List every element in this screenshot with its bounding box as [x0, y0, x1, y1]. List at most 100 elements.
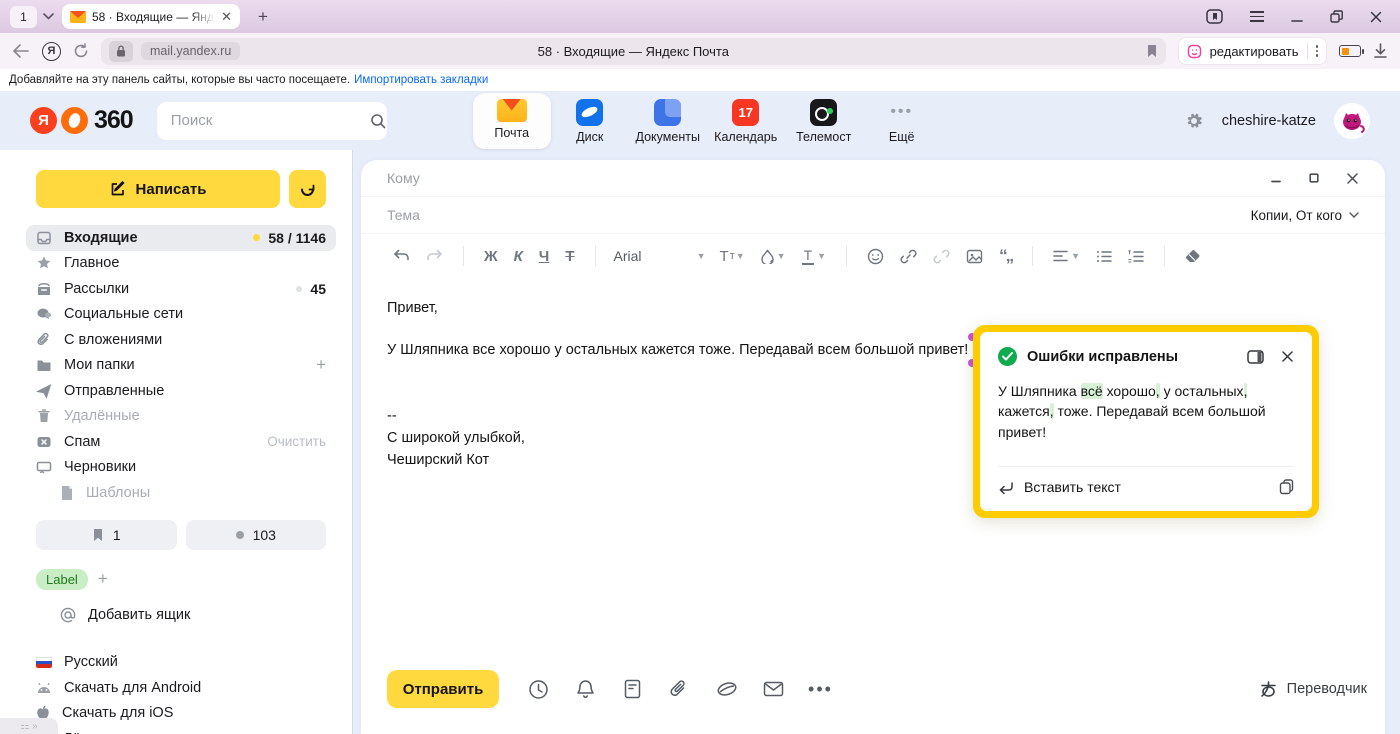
search-icon[interactable] [370, 113, 386, 129]
label-tag[interactable]: Label [36, 569, 88, 590]
add-label-icon[interactable]: + [98, 569, 108, 589]
compose-close-icon[interactable] [1346, 172, 1359, 185]
font-size-icon[interactable]: Tт▼ [712, 248, 753, 265]
language-selector[interactable]: Русский [36, 650, 326, 676]
light-version-link[interactable]: Лёгкая версия [36, 726, 326, 734]
search-input[interactable] [171, 112, 370, 129]
yandex360-logo[interactable]: Я 360 [30, 106, 133, 135]
tab-counter[interactable]: 1 [10, 6, 37, 28]
refresh-mail-button[interactable] [289, 170, 326, 208]
bullet-list-icon[interactable] [1088, 250, 1120, 263]
browser-tab[interactable]: 58 · Входящие — Янде ✕ [62, 4, 240, 29]
popup-close-icon[interactable] [1281, 350, 1294, 363]
to-field-row[interactable]: Кому [361, 160, 1385, 197]
user-name[interactable]: cheshire-katze [1222, 113, 1316, 129]
add-mailbox-button[interactable]: Добавить ящик [36, 607, 326, 623]
attach-from-disk-icon[interactable] [703, 680, 750, 698]
undo-icon[interactable] [385, 249, 418, 263]
refresh-icon[interactable] [73, 43, 89, 59]
more-actions-icon[interactable]: ••• [797, 679, 844, 700]
sidebar-item-deleted[interactable]: Удалённые [26, 404, 336, 430]
window-minimize-icon[interactable] [1291, 11, 1303, 23]
italic-icon[interactable]: К [506, 248, 531, 265]
add-folder-icon[interactable]: + [316, 355, 326, 375]
emoji-icon[interactable] [859, 248, 892, 265]
download-ios-link[interactable]: Скачать для iOS [36, 701, 326, 727]
sidebar-item-priority[interactable]: Главное [26, 251, 336, 277]
sidebar-item-templates[interactable]: Шаблоны [26, 480, 336, 506]
unread-filter-pill[interactable]: 103 [186, 520, 327, 550]
sidebar-item-sent[interactable]: Отправленные [26, 378, 336, 404]
align-icon[interactable]: ▼ [1045, 250, 1088, 262]
sidebar-panel-icon[interactable] [1206, 9, 1223, 25]
folder-label: Черновики [64, 459, 136, 475]
text-color-icon[interactable]: Т▼ [794, 247, 834, 265]
cc-from-toggle[interactable]: Копии, От кого [1251, 208, 1359, 223]
bold-icon[interactable]: Ж [476, 248, 506, 265]
popup-panel-icon[interactable] [1247, 350, 1264, 364]
bookmark-flag-icon[interactable] [1146, 44, 1158, 58]
highlight-color-icon[interactable]: ▼ [753, 249, 794, 264]
schedule-clock-icon[interactable] [515, 679, 562, 700]
notify-bell-icon[interactable] [562, 679, 609, 700]
underline-icon[interactable]: Ч [531, 248, 558, 265]
battery-icon[interactable] [1339, 45, 1361, 57]
translator-button[interactable]: Переводчик [1259, 680, 1367, 699]
copy-icon[interactable] [1279, 479, 1294, 495]
dock-item-more[interactable]: ••• Ещё [863, 93, 941, 149]
redo-icon[interactable] [418, 249, 451, 263]
subject-field-row[interactable]: Тема Копии, От кого [361, 197, 1385, 234]
back-icon[interactable] [12, 44, 30, 58]
address-bar[interactable]: mail.yandex.ru 58 · Входящие — Яндекс По… [101, 38, 1166, 65]
lock-icon[interactable] [109, 41, 133, 62]
to-field[interactable]: Кому [387, 170, 420, 186]
compose-maximize-icon[interactable] [1309, 173, 1319, 183]
tab-list-chevron-icon[interactable] [43, 13, 54, 20]
attach-from-mail-icon[interactable] [750, 681, 797, 697]
sidebar-item-newsletters[interactable]: Рассылки 45 [26, 276, 336, 302]
import-bookmarks-link[interactable]: Импортировать закладки [354, 74, 488, 86]
sidebar-item-drafts[interactable]: Черновики [26, 455, 336, 481]
bookmarked-filter-pill[interactable]: 1 [36, 520, 177, 550]
compose-button[interactable]: Написать [36, 170, 280, 208]
tab-close-icon[interactable]: ✕ [221, 10, 232, 23]
dock-item-disk[interactable]: Диск [551, 93, 629, 149]
sidebar-item-spam[interactable]: Спам Очистить [26, 429, 336, 455]
browser-menu-icon[interactable] [1250, 11, 1264, 22]
clear-spam-action[interactable]: Очистить [267, 434, 326, 449]
avatar[interactable] [1334, 103, 1370, 139]
sidebar-item-my-folders[interactable]: Мои папки + [26, 353, 336, 379]
font-family-select[interactable]: Arial ▼ [608, 248, 712, 264]
dock-item-calendar[interactable]: 17 Календарь [707, 93, 785, 149]
sidebar-item-inbox[interactable]: Входящие 58 / 1146 [26, 225, 336, 251]
edit-bookmarks-button[interactable]: редактировать [1178, 37, 1327, 65]
download-icon[interactable] [1373, 43, 1388, 59]
insert-image-icon[interactable] [958, 249, 991, 264]
sidebar-item-social[interactable]: Социальные сети [26, 302, 336, 328]
settings-gear-icon[interactable] [1184, 111, 1204, 131]
subject-field[interactable]: Тема [387, 207, 420, 223]
link-icon[interactable] [892, 248, 925, 265]
eraser-icon[interactable] [1177, 249, 1209, 263]
dock-item-telemost[interactable]: Телемост [785, 93, 863, 149]
unlink-icon[interactable] [925, 248, 958, 265]
notes-icon[interactable] [609, 679, 656, 699]
quote-icon[interactable]: “„ [991, 246, 1020, 266]
attach-file-icon[interactable] [656, 679, 703, 699]
numbered-list-icon[interactable] [1120, 250, 1152, 263]
insert-text-button[interactable]: Вставить текст [998, 466, 1294, 507]
browser-corner-widget[interactable]: ⚏ » [0, 718, 58, 734]
download-android-link[interactable]: Скачать для Android [36, 675, 326, 701]
yandex-browser-icon[interactable]: Я [42, 42, 61, 61]
strikethrough-icon[interactable]: Т [557, 248, 582, 265]
sidebar-item-attachments[interactable]: С вложениями [26, 327, 336, 353]
dock-item-mail[interactable]: Почта [473, 93, 551, 149]
dock-item-documents[interactable]: Документы [629, 93, 707, 149]
window-restore-icon[interactable] [1330, 10, 1343, 23]
compose-minimize-icon[interactable] [1270, 172, 1282, 184]
search-box[interactable] [157, 102, 387, 140]
more-options-icon[interactable] [1316, 45, 1319, 57]
send-button[interactable]: Отправить [387, 670, 499, 708]
window-close-icon[interactable] [1370, 11, 1382, 23]
new-tab-button[interactable]: + [252, 6, 274, 28]
